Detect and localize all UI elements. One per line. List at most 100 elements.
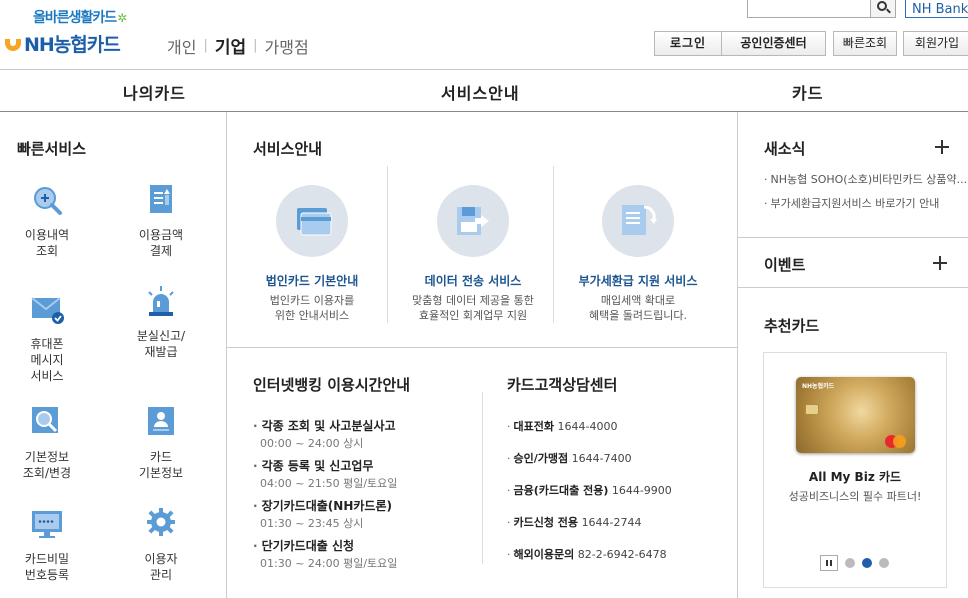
hours-item: 단기카드대출 신청 01:30 ~ 24:00 평일/토요일	[253, 537, 397, 571]
quick-label: 휴대폰	[30, 337, 64, 351]
menu-card[interactable]: 카드	[792, 80, 823, 104]
quick-mobile-message[interactable]: 휴대폰 메시지 서비스	[7, 292, 87, 384]
card-description: 성공비즈니스의 필수 파트너!	[788, 490, 922, 503]
news-item[interactable]: 부가세환급지원서비스 바로가기 안내	[764, 195, 940, 211]
divider	[553, 166, 554, 323]
menu-bar: 나의카드 서비스안내 카드	[0, 70, 968, 112]
card-stack-icon	[276, 185, 348, 257]
event-title[interactable]: 이벤트	[764, 254, 805, 275]
service-corporate-card-guide[interactable]: 법인카드 기본안내 법인카드 이용자를위한 안내서비스	[237, 185, 387, 323]
quick-label: 카드비밀	[24, 552, 70, 566]
quick-label: 조회/변경	[22, 466, 72, 480]
news-more-plus-icon[interactable]	[935, 140, 949, 154]
quick-lost-report[interactable]: 분실신고/재발급	[121, 284, 201, 360]
event-more-plus-icon[interactable]	[933, 256, 947, 270]
siren-icon	[143, 284, 179, 320]
carousel-pause-button[interactable]	[820, 555, 838, 571]
mastercard-icon	[893, 435, 906, 448]
logo-text: NH농협카드	[24, 34, 121, 56]
quick-label: 결제	[149, 244, 173, 258]
service-desc: 법인카드 이용자를	[269, 294, 355, 307]
quick-label: 기본정보	[24, 450, 70, 464]
divider	[482, 392, 483, 564]
hours-time: 01:30 ~ 23:45 상시	[260, 517, 364, 530]
call-center-title: 카드고객상담센터	[507, 376, 618, 394]
nav-separator: |	[253, 38, 258, 53]
document-bill-icon	[143, 183, 179, 219]
sparkle-icon: ✲	[117, 11, 127, 25]
search-button[interactable]	[871, 0, 896, 18]
quick-label: 번호등록	[24, 568, 70, 582]
divider	[738, 287, 968, 288]
card-image[interactable]: NH농협카드	[796, 377, 915, 453]
logo[interactable]: NH농협카드	[4, 30, 121, 57]
certificate-center-button[interactable]: 공인인증센터	[721, 31, 826, 56]
service-desc: 위한 안내서비스	[274, 309, 350, 322]
quick-services-title: 빠른서비스	[17, 140, 87, 158]
service-desc: 맞춤형 데이터 제공을 통한	[412, 294, 534, 307]
main-nav: 개인 | 기업 | 가맹점	[167, 33, 309, 59]
quick-inquiry-button[interactable]: 빠른조회	[833, 31, 897, 56]
carousel-dot-active[interactable]	[862, 558, 872, 568]
hours-title: 각종 등록 및 신고업무	[253, 457, 397, 474]
news-title[interactable]: 새소식	[764, 138, 805, 159]
quick-label: 재발급	[144, 345, 178, 359]
service-title: 데이터 전송 서비스	[424, 274, 522, 288]
quick-user-management[interactable]: 이용자 관리	[121, 507, 201, 583]
service-title: 법인카드 기본안내	[265, 274, 359, 288]
floppy-arrow-icon	[437, 185, 509, 257]
menu-service-info[interactable]: 서비스안내	[441, 80, 520, 104]
banking-hours-title: 인터넷뱅킹 이용시간안내	[253, 376, 411, 394]
service-data-transfer[interactable]: 데이터 전송 서비스 맞춤형 데이터 제공을 통한효율적인 회계업무 지원	[398, 185, 548, 323]
call-item: 해외이용문의 82-2-6942-6478	[507, 546, 667, 562]
nav-merchant[interactable]: 가맹점	[265, 34, 309, 58]
hours-time: 04:00 ~ 21:50 평일/토요일	[260, 477, 398, 490]
call-item: 금융(카드대출 전용) 1644-9900	[507, 482, 672, 498]
service-vat-refund[interactable]: 부가세환급 지원 서비스 매입세액 확대로 혜택을 돌려드립니다.	[563, 185, 713, 323]
sign-up-button[interactable]: 회원가입	[903, 31, 968, 56]
search-input[interactable]	[747, 0, 871, 18]
site-header: 올바른생활카드✲ NH농협카드 개인 | 기업 | 가맹점 NH Bank 로그…	[0, 0, 968, 70]
card-name[interactable]: All My Biz 카드	[763, 468, 947, 485]
hours-title: 단기카드대출 신청	[253, 537, 397, 554]
quick-label: 분실신고/	[136, 329, 186, 343]
call-number: 82-2-6942-6478	[577, 548, 667, 561]
divider	[387, 166, 388, 323]
divider	[738, 237, 968, 238]
service-desc: 효율적인 회계업무 지원	[418, 309, 528, 322]
nav-separator: |	[203, 38, 208, 53]
nav-business[interactable]: 기업	[215, 33, 246, 58]
service-desc: 매입세액 확대로	[600, 294, 676, 307]
logo-slogan[interactable]: 올바른생활카드✲	[33, 7, 127, 27]
carousel-dot[interactable]	[879, 558, 889, 568]
slogan-text: 올바른생활카드	[33, 10, 117, 26]
call-label: 금융(카드대출 전용)	[513, 484, 609, 497]
service-info-title: 서비스안내	[253, 140, 323, 158]
quick-card-basic-info[interactable]: 카드 기본정보	[121, 405, 201, 481]
service-title: 부가세환급 지원 서비스	[578, 274, 698, 288]
magnifier-plus-icon	[29, 183, 65, 219]
quick-basic-info-change[interactable]: 기본정보조회/변경	[7, 405, 87, 481]
monitor-password-icon	[29, 507, 65, 543]
nh-logo-icon	[4, 35, 22, 53]
menu-my-card[interactable]: 나의카드	[123, 80, 186, 104]
quick-label: 서비스	[30, 369, 64, 383]
call-item: 대표전화 1644-4000	[507, 418, 618, 434]
call-number: 1644-4000	[557, 420, 618, 433]
divider	[227, 347, 738, 348]
gear-icon	[143, 507, 179, 543]
search-icon-handle	[886, 8, 891, 14]
card-brand: NH농협카드	[802, 383, 835, 390]
quick-payment[interactable]: 이용금액 결제	[121, 183, 201, 259]
nh-bank-link[interactable]: NH Bank	[905, 0, 968, 18]
quick-card-pin-register[interactable]: 카드비밀번호등록	[7, 507, 87, 583]
id-card-icon	[143, 405, 179, 441]
recommend-title: 추천카드	[764, 317, 820, 335]
login-button[interactable]: 로그인	[654, 31, 722, 56]
quick-label: 이용내역	[24, 228, 70, 242]
quick-usage-history[interactable]: 이용내역 조회	[7, 183, 87, 259]
call-label: 대표전화	[513, 420, 554, 433]
carousel-dot[interactable]	[845, 558, 855, 568]
news-item[interactable]: NH농협 SOHO(소호)비타민카드 상품약...	[764, 171, 968, 187]
nav-personal[interactable]: 개인	[167, 34, 196, 58]
